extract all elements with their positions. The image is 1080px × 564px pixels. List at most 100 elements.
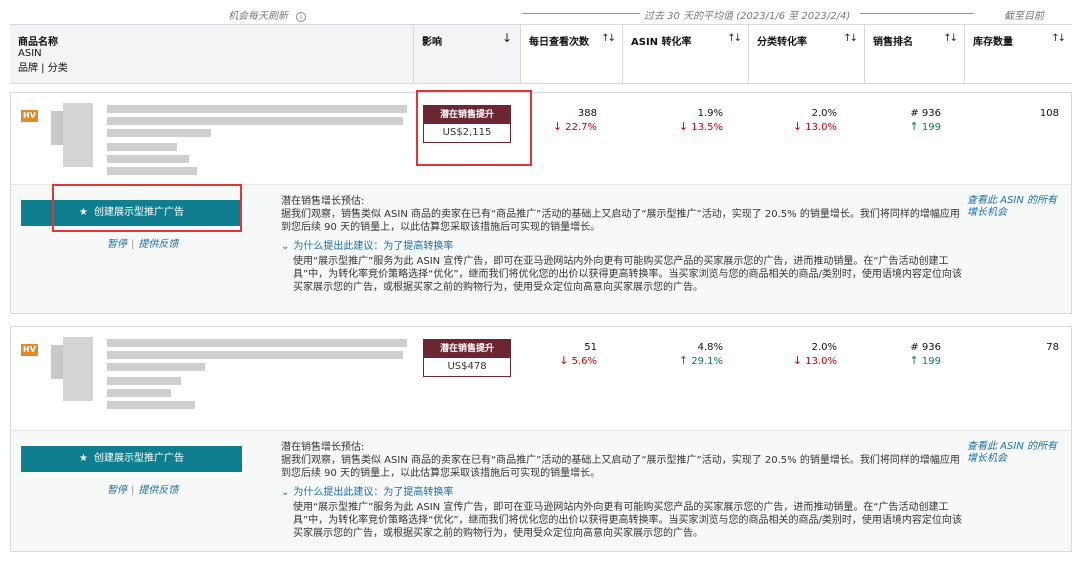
why-toggle[interactable]: ⌄ 为什么提出此建议：为了提高转换率 [281,486,969,499]
product-thumbnail[interactable] [51,335,95,405]
redacted-product-title[interactable] [107,339,407,347]
sort-icon[interactable]: ↑↓ [943,33,958,44]
redacted-category [107,401,195,409]
info-icon[interactable]: i [296,12,306,22]
why-label: 为什么提出此建议：为了提高转换率 [293,241,454,252]
estimate-title: 潜在销售增长预估: [281,442,365,453]
see-all-opportunities-link[interactable]: 查看此 ASIN 的所有增长机会 [967,195,1057,219]
daily-views-value: 388 [577,108,597,119]
asin-conversion-value: 1.9% [697,108,723,119]
redacted-category [107,389,171,397]
why-label: 为什么提出此建议：为了提高转换率 [293,487,454,498]
create-sponsored-display-button[interactable]: ★ 创建展示型推广广告 [21,200,242,226]
asin-conversion-value: 4.8% [697,342,723,353]
as-of-label: 截至目前 [1004,11,1044,22]
refresh-note-text: 机会每天刷新 [228,11,288,22]
recommendation-panel: ★ 创建展示型推广广告 暂停 | 提供反馈 潜在销售增长预估: 据我们观察，销售类似 … [11,185,1071,313]
arrow-down-icon: ↓ [792,354,803,367]
average-period-label: 过去 30 天的平均值 (2023/1/6 至 2023/2/4) [522,7,974,22]
arrow-down-icon: ↓ [792,120,803,133]
divider-line [522,13,640,14]
star-icon: ★ [79,207,88,218]
sort-icon[interactable]: ↑↓ [843,33,858,44]
sales-rank-delta: 199 [921,356,941,367]
reason-text: 使用“展示型推广”服务为此 ASIN 宣传广告，即可在亚马逊网站内外向更有可能购… [293,502,962,539]
divider-line [860,13,974,14]
impact-label: 潜在销售提升 [424,340,510,358]
feedback-link[interactable]: 提供反馈 [138,239,178,250]
daily-views-delta: 22.7% [565,122,597,133]
impact-label: 潜在销售提升 [424,106,510,124]
action-links: 暂停 | 提供反馈 [107,235,178,250]
table-header: 商品名称 ASIN 品牌 | 分类 影响 ↓ 每日查看次数 ↑↓ ASIN 转化… [10,24,1072,84]
redacted-product-title[interactable] [107,117,403,125]
sales-rank-delta: 199 [921,122,941,133]
redacted-brand [107,143,177,151]
arrow-up-icon: ↑ [909,120,919,133]
inventory-value: 78 [1046,342,1059,353]
why-toggle[interactable]: ⌄ 为什么提出此建议：为了提高转换率 [281,240,969,253]
potential-sales-lift: 潜在销售提升 US$2,115 [423,105,511,143]
asin-conversion-delta: 13.5% [691,122,723,133]
redacted-category [107,167,197,175]
category-conversion-cell: 2.0% ↓ 13.0% [793,107,837,134]
sort-icon[interactable]: ↑↓ [601,33,616,44]
chevron-down-icon: ⌄ [281,487,290,498]
arrow-down-icon: ↓ [678,120,689,133]
arrow-down-icon[interactable]: ↓ [502,31,512,45]
create-sponsored-display-button[interactable]: ★ 创建展示型推广广告 [21,446,242,472]
sales-rank-value: # 936 [910,108,941,119]
opportunity-card: HV 潜在销售提升 US$2,115 388 ↓ 22.7% 1.9% ↓ 13… [10,92,1072,314]
header-asin: ASIN [18,48,42,59]
arrow-down-icon: ↓ [552,120,563,133]
redacted-product-title[interactable] [107,105,407,113]
see-all-opportunities-link[interactable]: 查看此 ASIN 的所有增长机会 [967,441,1057,465]
impact-value: US$2,115 [442,127,492,138]
redacted-asin[interactable] [107,363,205,371]
redacted-product-title[interactable] [107,351,403,359]
header-category-conversion[interactable]: 分类转化率 ↑↓ [748,25,864,83]
header-inventory[interactable]: 库存数量 ↑↓ [964,25,1072,83]
potential-sales-lift: 潜在销售提升 US$478 [423,339,511,377]
link-separator: | [131,485,135,496]
pause-link[interactable]: 暂停 [107,485,127,496]
sort-icon[interactable]: ↑↓ [1051,33,1066,44]
header-daily-views[interactable]: 每日查看次数 ↑↓ [520,25,622,83]
redacted-category [107,155,189,163]
asin-conversion-cell: 4.8% ↑ 29.1% [679,341,723,368]
arrow-up-icon: ↑ [678,354,689,367]
arrow-down-icon: ↓ [559,354,569,367]
top-info-bar: 机会每天刷新 i 过去 30 天的平均值 (2023/1/6 至 2023/2/4… [0,0,1080,24]
redacted-asin[interactable] [107,129,211,137]
reason-text: 使用“展示型推广”服务为此 ASIN 宣传广告，即可在亚马逊网站内外向更有可能购… [293,256,962,293]
header-product-name: 商品名称 [18,37,58,48]
header-asin-conversion-label: ASIN 转化率 [631,37,692,48]
header-sales-rank-label: 销售排名 [873,37,913,48]
daily-views-cell: 51 ↓ 5.6% [559,341,597,368]
refresh-note: 机会每天刷新 i [228,7,306,22]
product-thumbnail[interactable] [51,101,95,171]
category-conversion-delta: 13.0% [805,356,837,367]
header-sales-rank[interactable]: 销售排名 ↑↓ [864,25,964,83]
header-impact[interactable]: 影响 ↓ [413,25,520,83]
recommendation-panel: ★ 创建展示型推广广告 暂停 | 提供反馈 潜在销售增长预估: 据我们观察，销售类似 … [11,431,1071,551]
category-conversion-value: 2.0% [811,108,837,119]
inventory-cell: 108 [1040,107,1059,120]
product-row: HV 潜在销售提升 US$2,115 388 ↓ 22.7% 1.9% ↓ 13… [11,93,1071,185]
sort-icon[interactable]: ↑↓ [727,33,742,44]
header-asin-conversion[interactable]: ASIN 转化率 ↑↓ [622,25,748,83]
category-conversion-value: 2.0% [811,342,837,353]
header-product: 商品名称 ASIN 品牌 | 分类 [10,25,413,83]
link-separator: | [131,239,135,250]
inventory-cell: 78 [1046,341,1059,354]
high-velocity-badge: HV [21,344,38,356]
category-conversion-cell: 2.0% ↓ 13.0% [793,341,837,368]
inventory-value: 108 [1039,108,1059,119]
cta-label: 创建展示型推广广告 [93,207,184,218]
pause-link[interactable]: 暂停 [107,239,127,250]
growth-estimate: 潜在销售增长预估: 据我们观察，销售类似 ASIN 商品的卖家在已有“商品推广”… [281,441,969,540]
growth-estimate: 潜在销售增长预估: 据我们观察，销售类似 ASIN 商品的卖家在已有“商品推广”… [281,195,969,294]
feedback-link[interactable]: 提供反馈 [138,485,178,496]
category-conversion-delta: 13.0% [805,122,837,133]
header-daily-views-label: 每日查看次数 [529,37,589,48]
